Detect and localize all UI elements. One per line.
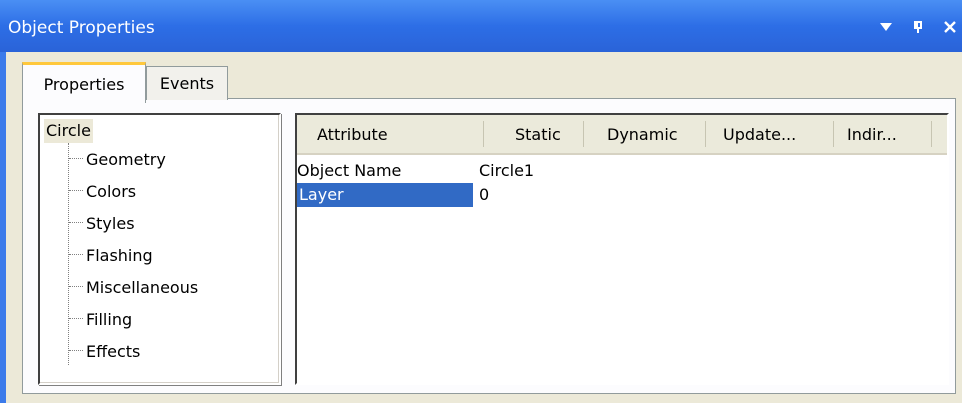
pin-icon[interactable] — [906, 12, 930, 42]
column-divider[interactable] — [705, 121, 706, 147]
column-header-dynamic[interactable]: Dynamic — [607, 115, 697, 153]
column-header-attribute[interactable]: Attribute — [317, 115, 477, 153]
row-layer-static[interactable]: 0 — [479, 183, 489, 207]
window-title: Object Properties — [8, 18, 155, 38]
tree-item-flashing[interactable]: Flashing — [86, 244, 153, 268]
tree-branch-line — [69, 286, 83, 287]
tab-strip: Properties Events — [0, 52, 962, 103]
category-tree[interactable]: Circle Geometry Colors Styles Flashing M… — [38, 113, 281, 385]
window-titlebar: Object Properties — [0, 0, 962, 52]
grid-header: Attribute Static Dynamic Update... Indir… — [297, 115, 947, 155]
tree-branch-line — [69, 254, 83, 255]
tree-item-miscellaneous[interactable]: Miscellaneous — [86, 276, 198, 300]
tree-item-filling[interactable]: Filling — [86, 308, 132, 332]
column-header-update[interactable]: Update... — [723, 115, 823, 153]
column-divider[interactable] — [483, 121, 484, 147]
column-divider[interactable] — [931, 121, 932, 147]
tree-branch-line — [69, 350, 83, 351]
tab-properties-label: Properties — [43, 74, 125, 94]
tree-item-geometry[interactable]: Geometry — [86, 148, 166, 172]
tree-branch-line — [69, 190, 83, 191]
window-left-border — [0, 52, 6, 403]
close-icon[interactable] — [938, 12, 962, 42]
column-header-indirect[interactable]: Indir... — [847, 115, 927, 153]
tree-branch-line — [69, 318, 83, 319]
column-divider[interactable] — [583, 121, 584, 147]
tab-events[interactable]: Events — [146, 66, 228, 100]
tab-events-label: Events — [159, 74, 215, 93]
tree-branch-line — [69, 158, 83, 159]
row-object-name-attribute[interactable]: Object Name — [297, 159, 401, 183]
column-header-static[interactable]: Static — [515, 115, 575, 153]
column-divider[interactable] — [833, 121, 834, 147]
tree-item-colors[interactable]: Colors — [86, 180, 136, 204]
tab-properties[interactable]: Properties — [22, 62, 146, 103]
row-object-name-static[interactable]: Circle1 — [479, 159, 534, 183]
row-layer-attribute[interactable]: Layer — [299, 183, 344, 207]
attribute-grid[interactable]: Attribute Static Dynamic Update... Indir… — [295, 113, 949, 385]
tree-item-styles[interactable]: Styles — [86, 212, 135, 236]
dropdown-menu-icon[interactable] — [874, 12, 898, 42]
tree-branch-line — [69, 222, 83, 223]
tree-root-circle[interactable]: Circle — [44, 119, 93, 143]
tree-item-effects[interactable]: Effects — [86, 340, 140, 364]
